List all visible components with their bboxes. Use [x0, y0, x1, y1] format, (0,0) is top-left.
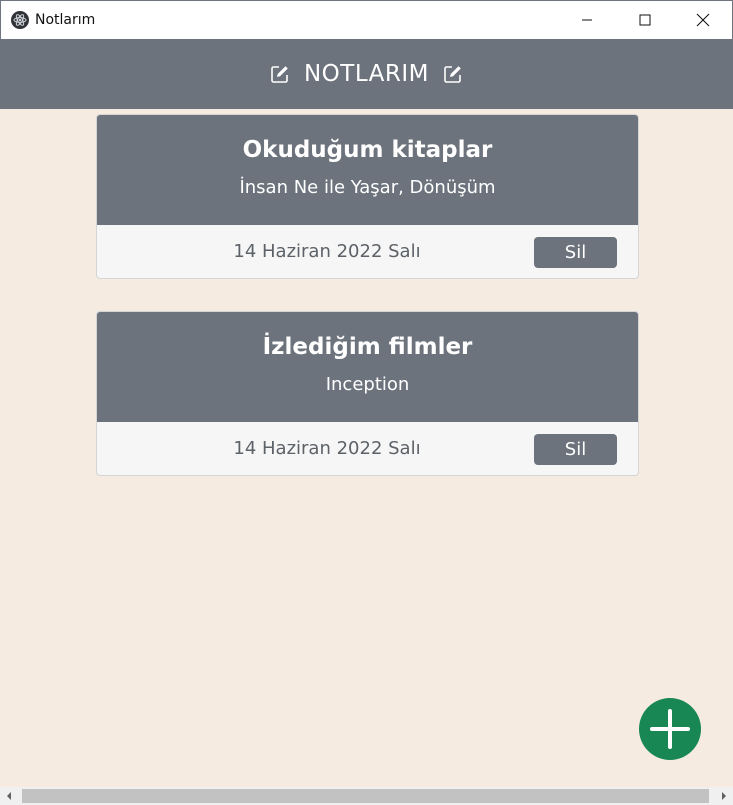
note-content: İnsan Ne ile Yaşar, Dönüşüm — [239, 176, 496, 198]
edit-icon — [270, 64, 290, 84]
plus-icon — [650, 709, 690, 749]
horizontal-scrollbar[interactable] — [0, 787, 733, 805]
window-controls — [558, 1, 732, 39]
note-date: 14 Haziran 2022 Salı — [233, 241, 421, 262]
add-note-button[interactable] — [639, 698, 701, 760]
edit-icon — [443, 64, 463, 84]
maximize-icon — [639, 14, 651, 26]
maximize-button[interactable] — [616, 1, 674, 39]
electron-icon — [11, 11, 29, 29]
window-title: Notlarım — [35, 12, 96, 28]
window-titlebar: Notlarım — [0, 0, 733, 39]
scroll-right-icon[interactable] — [715, 787, 733, 805]
note-date: 14 Haziran 2022 Salı — [233, 438, 421, 459]
minimize-icon — [582, 19, 592, 21]
note-card: İzlediğim filmler Inception 14 Haziran 2… — [96, 311, 639, 476]
scroll-thumb[interactable] — [22, 789, 709, 803]
scroll-left-icon[interactable] — [0, 787, 18, 805]
note-card-footer: 14 Haziran 2022 Salı Sil — [97, 225, 638, 278]
note-title: İzlediğim filmler — [262, 333, 473, 360]
note-card: Okuduğum kitaplar İnsan Ne ile Yaşar, Dö… — [96, 114, 639, 279]
note-card-body: Okuduğum kitaplar İnsan Ne ile Yaşar, Dö… — [97, 115, 638, 225]
delete-button[interactable]: Sil — [534, 434, 617, 465]
close-icon — [696, 13, 710, 27]
note-content: Inception — [325, 373, 410, 395]
note-card-body: İzlediğim filmler Inception — [97, 312, 638, 422]
close-button[interactable] — [674, 1, 732, 39]
minimize-button[interactable] — [558, 1, 616, 39]
page-title: NOTLARIM — [303, 61, 430, 87]
app-header: NOTLARIM — [0, 39, 733, 109]
note-title: Okuduğum kitaplar — [242, 136, 493, 163]
delete-button[interactable]: Sil — [534, 237, 617, 268]
note-card-footer: 14 Haziran 2022 Salı Sil — [97, 422, 638, 475]
